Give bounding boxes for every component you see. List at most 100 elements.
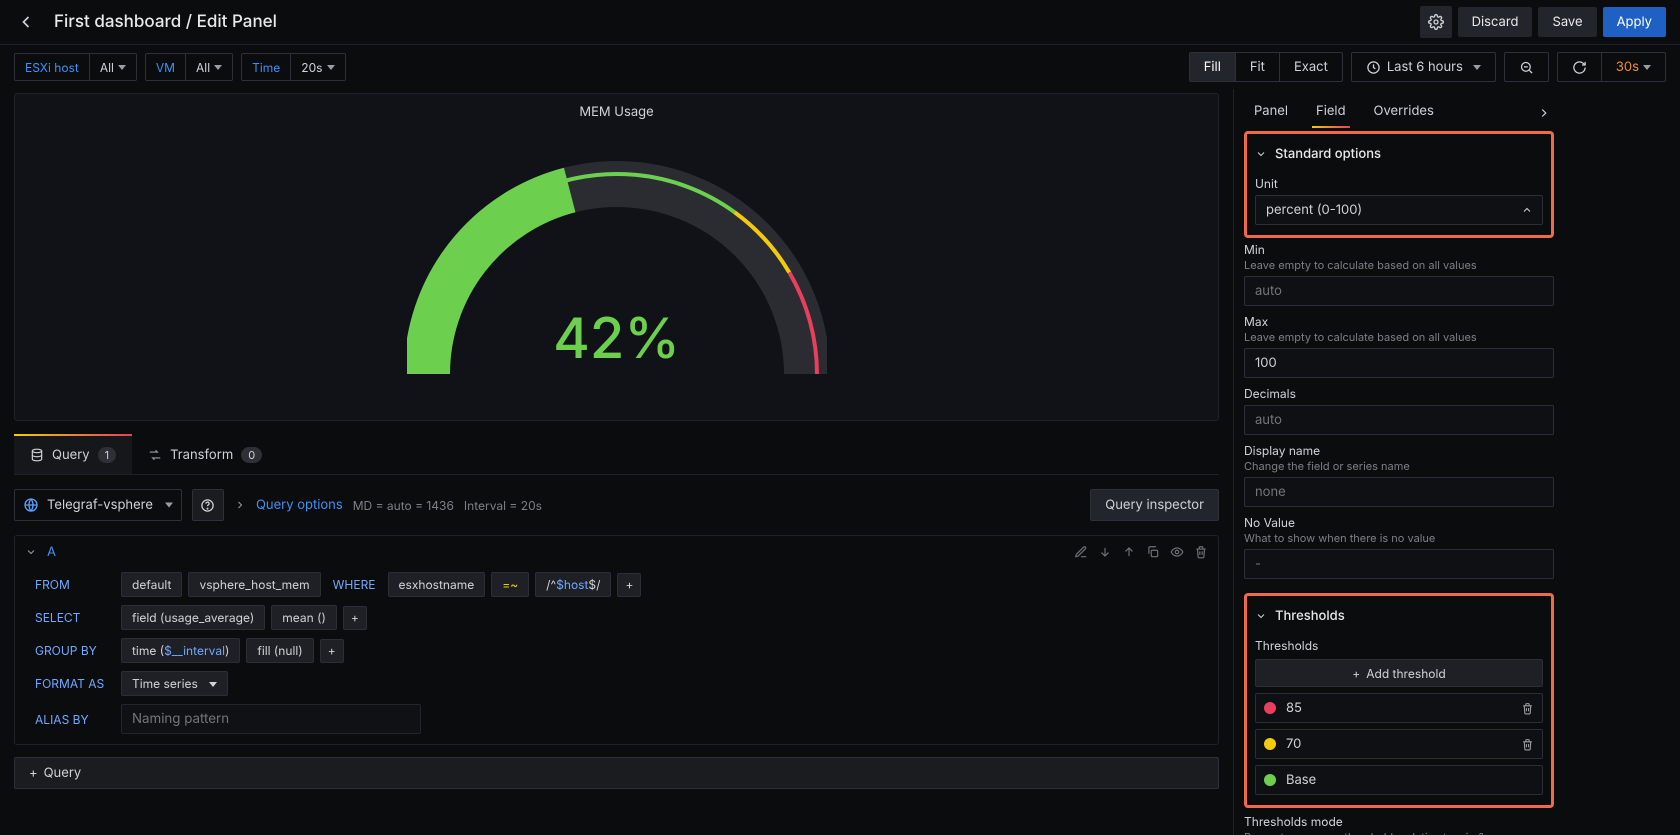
tab-panel[interactable]: Panel <box>1240 95 1302 127</box>
query-select-mean[interactable]: mean () <box>271 605 337 630</box>
add-query-label: Query <box>44 765 82 781</box>
thresholds-mode-help: Percentage means thresholds relative to … <box>1244 830 1554 835</box>
tab-field[interactable]: Field <box>1302 95 1360 127</box>
chevron-down-icon <box>327 65 335 70</box>
query-inspector-button[interactable]: Query inspector <box>1090 489 1219 521</box>
visualization-panel: MEM Usage 42% <box>14 93 1219 421</box>
chevron-down-icon <box>1255 610 1267 622</box>
zoom-out-button[interactable] <box>1504 52 1549 82</box>
section-standard-options[interactable]: Standard options <box>1255 140 1543 168</box>
query-where-tag[interactable]: esxhostname <box>388 572 486 597</box>
view-mode-fill[interactable]: Fill <box>1190 53 1235 81</box>
refresh-button[interactable] <box>1558 53 1601 81</box>
threshold-value: Base <box>1286 772 1534 788</box>
tab-label: Transform <box>170 447 233 463</box>
variable-value[interactable]: All <box>89 54 136 80</box>
apply-button[interactable]: Apply <box>1603 7 1666 37</box>
panel-settings-button[interactable] <box>1420 6 1452 38</box>
threshold-value[interactable]: 85 <box>1286 700 1511 716</box>
threshold-color-dot[interactable] <box>1264 738 1276 750</box>
query-select-field[interactable]: field (usage_average) <box>121 605 265 630</box>
query-options-link[interactable]: Query options <box>256 497 343 513</box>
tab-query[interactable]: Query 1 <box>14 435 132 474</box>
variable-label: Time <box>242 54 290 80</box>
arrow-left-icon <box>16 12 36 32</box>
threshold-color-dot[interactable] <box>1264 774 1276 786</box>
datasource-help-button[interactable] <box>192 489 224 521</box>
variable-value[interactable]: All <box>185 54 232 80</box>
tab-overrides[interactable]: Overrides <box>1360 95 1448 127</box>
query-keyword-where: WHERE <box>327 577 382 592</box>
view-mode-fit[interactable]: Fit <box>1235 53 1279 81</box>
add-query-button[interactable]: + Query <box>14 757 1219 789</box>
chevron-right-icon[interactable] <box>234 499 246 511</box>
query-group-fill[interactable]: fill (null) <box>246 638 313 663</box>
novalue-input[interactable] <box>1244 549 1554 579</box>
view-mode-exact[interactable]: Exact <box>1279 53 1342 81</box>
view-mode-group: Fill Fit Exact <box>1189 52 1343 82</box>
trash-icon[interactable] <box>1521 738 1534 751</box>
trash-icon[interactable] <box>1521 702 1534 715</box>
variable-value[interactable]: 20s <box>290 54 344 80</box>
chevron-down-icon <box>118 65 126 70</box>
tab-count: 1 <box>98 447 116 463</box>
highlight-thresholds: Thresholds Thresholds + Add threshold 85… <box>1244 593 1554 808</box>
refresh-interval[interactable]: 30s <box>1601 53 1665 81</box>
duplicate-icon[interactable] <box>1146 545 1160 559</box>
refresh-group: 30s <box>1557 52 1666 82</box>
alias-input[interactable] <box>121 704 421 734</box>
move-down-icon[interactable] <box>1098 545 1112 559</box>
decimals-input[interactable] <box>1244 405 1554 435</box>
max-label: Max <box>1244 314 1554 329</box>
min-label: Min <box>1244 242 1554 257</box>
query-keyword-select: SELECT <box>35 610 115 625</box>
variable-time[interactable]: Time 20s <box>241 53 345 81</box>
variable-vm[interactable]: VM All <box>145 53 233 81</box>
thresholds-sub: Thresholds <box>1255 638 1543 653</box>
query-keyword-alias: ALIAS BY <box>35 712 115 727</box>
threshold-value[interactable]: 70 <box>1286 736 1511 752</box>
max-help: Leave empty to calculate based on all va… <box>1244 330 1554 344</box>
eye-icon[interactable] <box>1170 545 1184 559</box>
max-input[interactable] <box>1244 348 1554 378</box>
expand-pane-button[interactable] <box>1530 99 1558 127</box>
unit-select[interactable] <box>1255 195 1543 225</box>
add-where-button[interactable]: + <box>617 573 641 597</box>
variable-esxi-host[interactable]: ESXi host All <box>14 53 137 81</box>
time-range-label: Last 6 hours <box>1387 59 1463 75</box>
query-where-op[interactable]: =~ <box>491 572 529 597</box>
min-help: Leave empty to calculate based on all va… <box>1244 258 1554 272</box>
query-ref-id[interactable]: A <box>47 544 56 560</box>
save-button[interactable]: Save <box>1538 7 1596 37</box>
trash-icon[interactable] <box>1194 545 1208 559</box>
add-group-button[interactable]: + <box>320 639 344 663</box>
chevron-down-icon[interactable] <box>25 546 37 558</box>
section-thresholds[interactable]: Thresholds <box>1255 602 1543 630</box>
query-from-retention[interactable]: default <box>121 572 182 597</box>
thresholds-mode-label: Thresholds mode <box>1244 814 1554 829</box>
back-button[interactable] <box>14 10 38 34</box>
novalue-label: No Value <box>1244 515 1554 530</box>
threshold-color-dot[interactable] <box>1264 702 1276 714</box>
display-name-label: Display name <box>1244 443 1554 458</box>
query-options-md: MD = auto = 1436 <box>353 498 454 513</box>
discard-button[interactable]: Discard <box>1458 7 1533 37</box>
threshold-row[interactable]: 70 <box>1255 729 1543 759</box>
add-select-button[interactable]: + <box>343 606 367 630</box>
tab-transform[interactable]: Transform 0 <box>132 435 278 474</box>
query-group-time[interactable]: time ($__interval) <box>121 638 240 663</box>
edit-icon[interactable] <box>1074 545 1088 559</box>
query-keyword-from: FROM <box>35 577 115 592</box>
chevron-down-icon <box>165 503 173 508</box>
display-name-input[interactable] <box>1244 477 1554 507</box>
query-where-value[interactable]: /^$host$/ <box>535 572 611 597</box>
time-range-picker[interactable]: Last 6 hours <box>1351 52 1496 82</box>
query-format-select[interactable]: Time series <box>121 671 228 696</box>
min-input[interactable] <box>1244 276 1554 306</box>
datasource-picker[interactable]: Telegraf-vsphere <box>14 489 182 521</box>
add-threshold-button[interactable]: + Add threshold <box>1255 659 1543 687</box>
query-from-measurement[interactable]: vsphere_host_mem <box>188 572 320 597</box>
threshold-row[interactable]: 85 <box>1255 693 1543 723</box>
threshold-row[interactable]: Base <box>1255 765 1543 795</box>
move-up-icon[interactable] <box>1122 545 1136 559</box>
